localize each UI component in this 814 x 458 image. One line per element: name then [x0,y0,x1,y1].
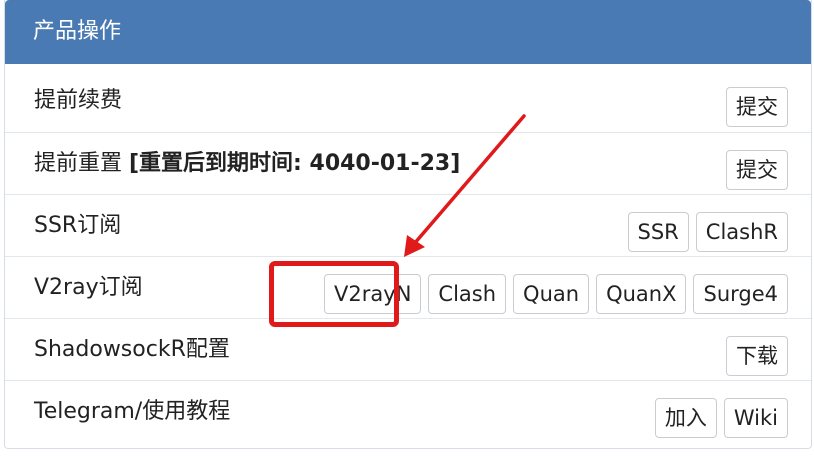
row-telegram-tutorial: Telegram/使用教程 加入 Wiki [5,380,811,442]
row-early-reset: 提前重置 [重置后到期时间: 4040-01-23] 提交 [5,132,811,194]
early-reset-submit-button[interactable]: 提交 [726,150,788,190]
wiki-button[interactable]: Wiki [723,398,788,438]
row-label-early-renewal: 提前续费 [34,88,123,113]
row-early-renewal: 提前续费 提交 [5,70,811,132]
row-label-v2ray-subscription: V2ray订阅 [34,275,143,300]
quan-button[interactable]: Quan [513,274,590,314]
row-label-shadowsocksr-config: ShadowsockR配置 [34,337,230,362]
row-actions: 提交 [726,150,788,190]
join-button[interactable]: 加入 [654,398,717,438]
early-reset-label-text: 提前重置 [34,151,129,176]
clashr-button[interactable]: ClashR [695,212,788,252]
product-actions-panel: 产品操作 提前续费 提交 提前重置 [重置后到期时间: 4040-01-23] … [4,0,812,449]
row-actions: SSR ClashR [627,212,788,252]
row-actions: 加入 Wiki [654,398,788,438]
v2rayn-highlight-box [269,261,399,327]
row-v2ray-subscription: V2ray订阅 V2rayN Clash Quan QuanX Surge4 [5,256,811,318]
surge4-button[interactable]: Surge4 [693,274,788,314]
row-shadowsocksr-config: ShadowsockR配置 下载 [5,318,811,380]
row-label-ssr-subscription: SSR订阅 [34,213,122,238]
download-button[interactable]: 下载 [726,336,788,376]
panel-title: 产品操作 [5,0,811,64]
row-label-early-reset: 提前重置 [重置后到期时间: 4040-01-23] [34,149,460,179]
row-actions: 提交 [726,87,788,127]
row-label-telegram-tutorial: Telegram/使用教程 [34,399,231,424]
clash-button[interactable]: Clash [428,274,507,314]
quanx-button[interactable]: QuanX [596,274,687,314]
ssr-button[interactable]: SSR [627,212,689,252]
row-ssr-subscription: SSR订阅 SSR ClashR [5,194,811,256]
row-actions: 下载 [726,336,788,376]
reset-expiry-date: [重置后到期时间: 4040-01-23] [129,151,461,176]
early-renewal-submit-button[interactable]: 提交 [726,87,788,127]
